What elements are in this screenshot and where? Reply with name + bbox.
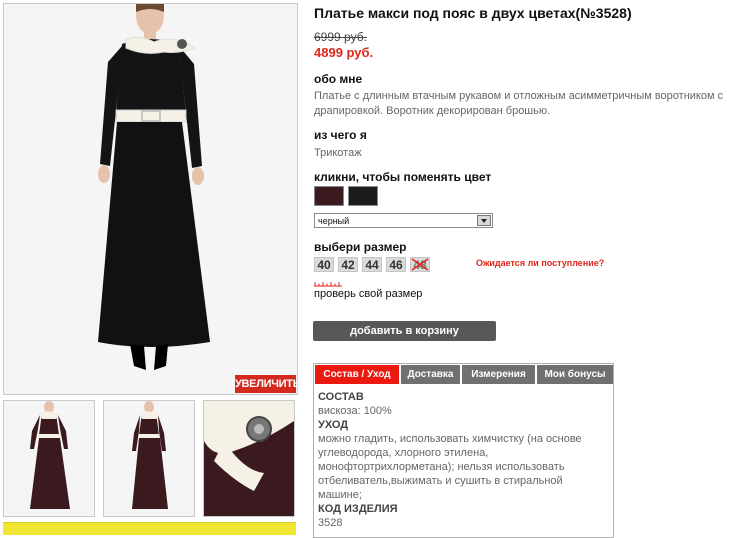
color-heading: кликни, чтобы поменять цвет — [314, 170, 492, 184]
thumbnail-1[interactable] — [3, 400, 95, 517]
chevron-down-icon[interactable] — [477, 215, 491, 226]
material-heading: из чего я — [314, 128, 367, 142]
product-code-text: 3528 — [318, 517, 343, 529]
tab-composition-care[interactable]: Состав / Уход — [315, 365, 399, 384]
color-swatch-burgundy[interactable] — [314, 186, 344, 206]
material-text: Трикотаж — [314, 147, 362, 159]
ruler-icon — [314, 282, 342, 287]
color-select[interactable]: черный — [314, 213, 493, 228]
size-option-46[interactable]: 46 — [386, 257, 406, 272]
size-option-44[interactable]: 44 — [362, 257, 382, 272]
care-text: можно гладить, использовать химчистку (н… — [318, 433, 582, 501]
size-option-40[interactable]: 40 — [314, 257, 334, 272]
availability-request-link[interactable]: Ожидается ли поступление? — [476, 258, 604, 268]
about-text: Платье с длинным втачным рукавом и отлож… — [314, 90, 724, 117]
new-price: 4899 руб. — [314, 45, 374, 60]
color-select-value: черный — [318, 216, 350, 226]
add-to-cart-button[interactable]: добавить в корзину — [313, 321, 496, 341]
promo-bar — [3, 522, 296, 535]
tab-content: СОСТАВ вискоза: 100% УХОД можно гладить,… — [318, 390, 608, 530]
size-option-42[interactable]: 42 — [338, 257, 358, 272]
tab-measurements[interactable]: Измерения — [462, 365, 535, 384]
check-size-link[interactable]: проверь свой размер — [314, 288, 422, 300]
product-code-heading: КОД ИЗДЕЛИЯ — [318, 503, 398, 515]
color-swatch-black[interactable] — [348, 186, 378, 206]
zoom-button[interactable]: УВЕЛИЧИТЬ — [235, 375, 301, 393]
care-heading: УХОД — [318, 419, 349, 431]
old-price: 6999 руб. — [314, 30, 367, 44]
size-heading: выбери размер — [314, 240, 407, 254]
unavailable-cross-icon — [411, 258, 429, 271]
thumbnail-2[interactable] — [103, 400, 195, 517]
composition-heading: СОСТАВ — [318, 391, 364, 403]
main-product-photo[interactable] — [3, 3, 298, 395]
tab-bonuses[interactable]: Мои бонусы — [537, 365, 613, 384]
thumbnail-3[interactable] — [203, 400, 295, 517]
tab-delivery[interactable]: Доставка — [401, 365, 460, 384]
composition-text: вискоза: 100% — [318, 405, 392, 417]
about-heading: обо мне — [314, 72, 363, 86]
size-option-48-unavailable[interactable]: 48 — [410, 257, 430, 272]
product-title: Платье макси под пояс в двух цветах(№352… — [314, 5, 632, 21]
